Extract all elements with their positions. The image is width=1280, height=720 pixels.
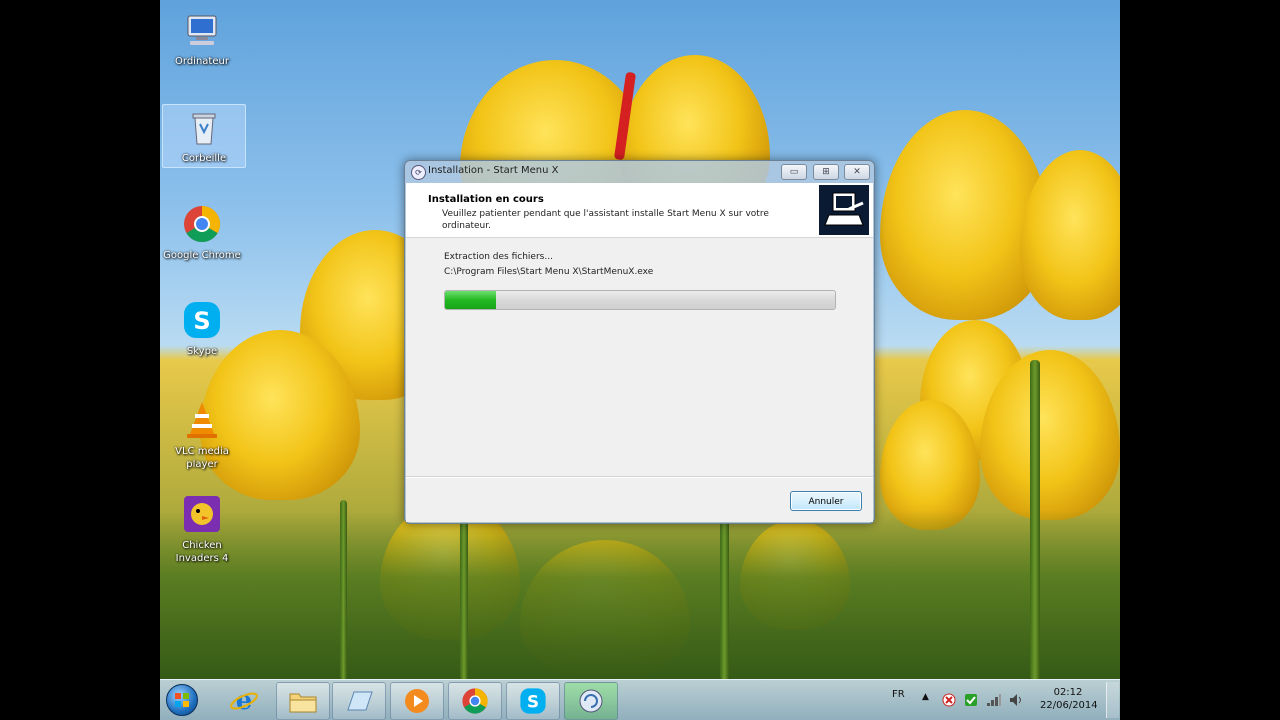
taskbar-internet-explorer[interactable]: e — [218, 682, 270, 718]
desktop: Ordinateur Corbeille Google Chrome S Sky… — [160, 0, 1120, 720]
desktop-icon-skype[interactable]: S Skype — [160, 298, 244, 362]
installer-icon — [579, 689, 603, 713]
svg-text:S: S — [193, 307, 210, 335]
clock[interactable]: 02:12 22/06/2014 — [1040, 686, 1098, 720]
stem-decoration — [340, 500, 347, 680]
dialog-title: Installation - Start Menu X — [428, 165, 559, 176]
minimize-button[interactable]: ▭ — [781, 164, 807, 180]
chrome-icon — [180, 202, 224, 246]
window-icon — [347, 691, 373, 711]
explorer-folder-icon — [289, 693, 317, 713]
desktop-icon-label: VLC media player — [175, 446, 229, 470]
grass-decoration — [160, 510, 1120, 680]
installer-dialog: ⟳ Installation - Start Menu X ▭ ⊞ ✕ Inst… — [404, 160, 875, 524]
language-indicator[interactable]: FR — [892, 689, 905, 720]
media-player-icon — [405, 689, 429, 713]
maximize-button[interactable]: ⊞ — [813, 164, 839, 180]
desktop-icon-label: Google Chrome — [163, 250, 241, 261]
desktop-icon-label: Chicken Invaders 4 — [175, 540, 229, 564]
taskbar-window[interactable] — [332, 682, 386, 720]
network-flag-icon[interactable] — [942, 693, 956, 720]
clock-date: 22/06/2014 — [1040, 700, 1098, 711]
installer-icon: ⟳ — [411, 165, 426, 180]
desktop-icon-label: Skype — [186, 346, 218, 357]
taskbar-skype[interactable]: S — [506, 682, 560, 720]
wizard-header: Installation en cours Veuillez patienter… — [406, 183, 873, 238]
desktop-icon-computer[interactable]: Ordinateur — [160, 8, 244, 72]
wizard-page-subtitle: Veuillez patienter pendant que l'assista… — [442, 209, 769, 231]
desktop-icon-chicken-invaders[interactable]: Chicken Invaders 4 — [160, 492, 244, 568]
chicken-invaders-icon — [180, 492, 224, 536]
security-check-icon[interactable] — [964, 693, 978, 720]
start-button[interactable] — [162, 682, 202, 718]
volume-icon[interactable] — [1008, 693, 1024, 720]
desktop-icon-label: Corbeille — [181, 153, 227, 164]
taskbar-media-player[interactable] — [390, 682, 444, 720]
setup-computer-icon — [819, 185, 869, 235]
close-button[interactable]: ✕ — [844, 164, 870, 180]
desktop-icon-vlc[interactable]: VLC media player — [160, 398, 244, 474]
show-hidden-icons-icon[interactable]: ▲ — [922, 692, 929, 720]
svg-text:S: S — [527, 691, 539, 711]
desktop-icon-recycle-bin[interactable]: Corbeille — [162, 104, 246, 168]
computer-icon — [180, 8, 224, 52]
recycle-bin-icon — [182, 105, 226, 149]
status-text: Extraction des fichiers... — [444, 252, 553, 262]
file-path-text: C:\Program Files\Start Menu X\StartMenuX… — [444, 267, 654, 277]
stem-decoration — [720, 520, 729, 680]
internet-explorer-icon: e — [230, 686, 258, 715]
dialog-titlebar[interactable]: ⟳ Installation - Start Menu X ▭ ⊞ ✕ — [405, 161, 874, 183]
install-progress-bar — [444, 290, 836, 310]
cancel-button[interactable]: Annuler — [790, 491, 862, 511]
start-orb-icon — [166, 684, 198, 716]
stem-decoration — [460, 520, 468, 680]
svg-text:e: e — [236, 686, 253, 715]
dialog-client: Installation en cours Veuillez patienter… — [406, 183, 873, 522]
skype-icon: S — [180, 298, 224, 342]
progress-fill — [445, 291, 496, 309]
taskbar-explorer[interactable] — [276, 682, 330, 720]
stem-decoration — [1030, 360, 1040, 680]
taskbar-installer[interactable] — [564, 682, 618, 720]
show-desktop-button[interactable] — [1106, 682, 1119, 718]
taskbar-chrome[interactable] — [448, 682, 502, 720]
vlc-icon — [180, 398, 224, 442]
wizard-page-title: Installation en cours — [428, 194, 544, 205]
desktop-icon-label: Ordinateur — [175, 56, 229, 67]
skype-icon: S — [520, 688, 546, 714]
clock-time: 02:12 — [1053, 687, 1083, 698]
taskbar: e S FR ▲ 02:12 22/06/2014 — [160, 679, 1120, 720]
signal-bars-icon[interactable] — [986, 693, 1002, 720]
desktop-icon-chrome[interactable]: Google Chrome — [160, 202, 244, 266]
chrome-icon — [462, 688, 488, 714]
footer-divider — [406, 476, 873, 478]
